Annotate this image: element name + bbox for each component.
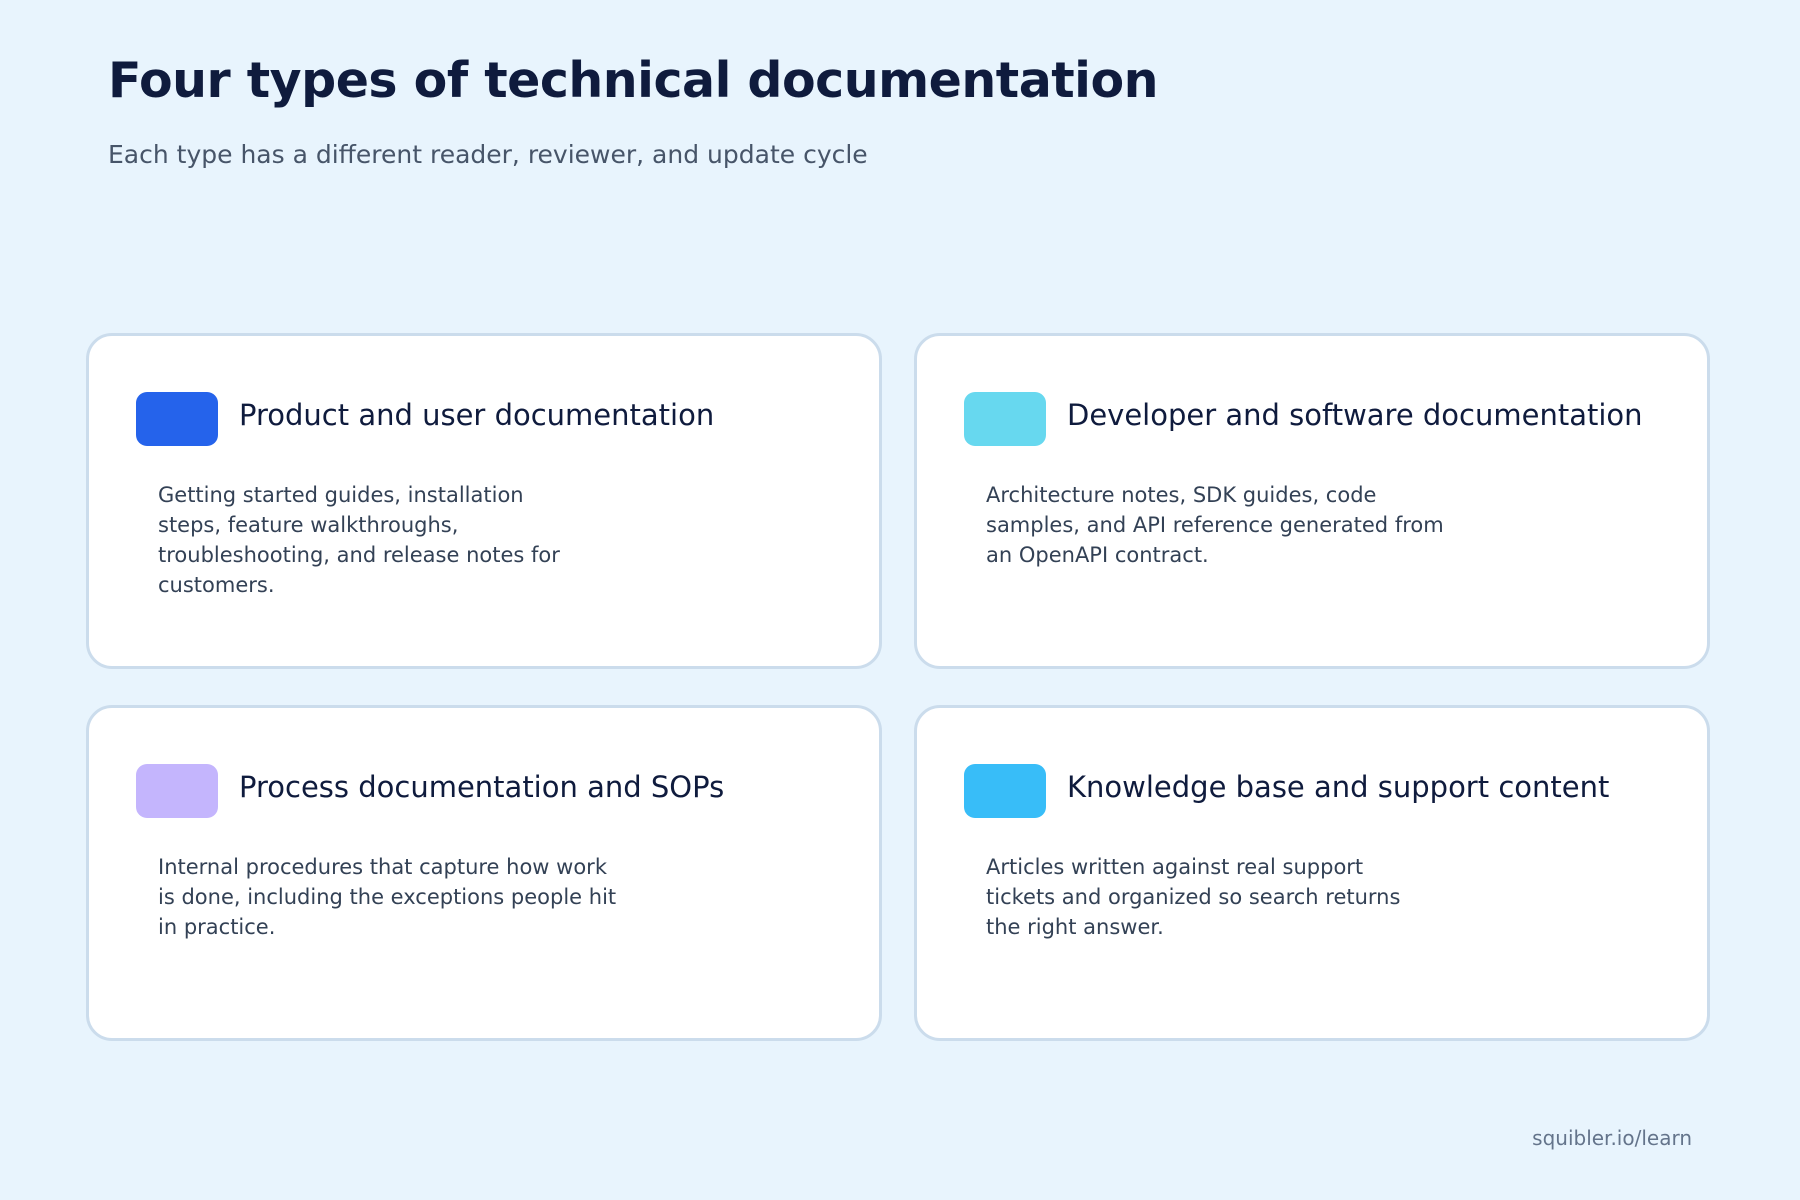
card-title: Knowledge base and support content — [1067, 770, 1610, 804]
card-knowledge-base-support: Knowledge base and support content Artic… — [914, 705, 1710, 1041]
card-color-swatch — [964, 392, 1046, 446]
card-description: Architecture notes, SDK guides, code sam… — [986, 483, 1444, 567]
card-title: Process documentation and SOPs — [239, 770, 725, 804]
card-color-swatch — [136, 764, 218, 818]
card-process-docs-sops: Process documentation and SOPs Internal … — [86, 705, 882, 1041]
card-color-swatch — [136, 392, 218, 446]
card-developer-software-docs: Developer and software documentation Arc… — [914, 333, 1710, 669]
card-color-swatch — [964, 764, 1046, 818]
card-description: Articles written against real support ti… — [986, 855, 1401, 939]
page-title: Four types of technical documentation — [108, 52, 1159, 109]
card-description: Getting started guides, installation ste… — [158, 483, 560, 597]
card-title: Product and user documentation — [239, 398, 715, 432]
card-product-user-docs: Product and user documentation Getting s… — [86, 333, 882, 669]
page-subtitle: Each type has a different reader, review… — [108, 140, 868, 169]
card-title: Developer and software documentation — [1067, 398, 1643, 432]
card-description: Internal procedures that capture how wor… — [158, 855, 617, 939]
source-link[interactable]: squibler.io/learn — [1532, 1126, 1692, 1150]
